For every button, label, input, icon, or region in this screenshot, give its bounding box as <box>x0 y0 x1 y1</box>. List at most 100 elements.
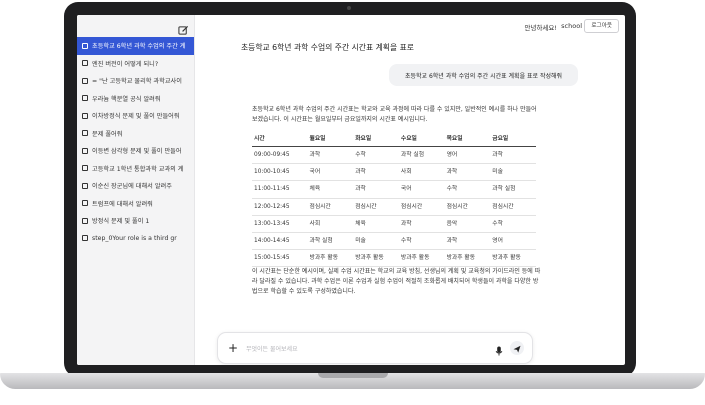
message-input[interactable] <box>244 340 488 358</box>
send-icon[interactable] <box>510 341 524 355</box>
table-cell: 방과후 활동 <box>353 249 399 268</box>
conversation-list: 초등학교 6학년 과학 수업의 주간 계엔진 버전이 어떻게 되니? = "난 고… <box>77 37 194 247</box>
chat-square-icon <box>82 42 88 49</box>
table-cell: 과학 <box>490 146 536 165</box>
chat-square-icon <box>82 112 88 119</box>
table-row: 15:00-15:45 방과후 활동 방과후 활동 방과후 활동 방과후 활동 방과후 활… <box>252 249 536 268</box>
table-cell: 수학 <box>490 215 536 233</box>
conversation-item[interactable]: 우라늄 핵분열 공식 알려줘 <box>77 90 194 108</box>
table-cell: 09:00-09:45 <box>252 146 308 165</box>
message-input-bar: + <box>217 332 533 364</box>
table-cell: 방과후 활동 <box>307 249 354 268</box>
table-cell: 음악 <box>444 215 491 233</box>
table-header-cell: 금요일 <box>490 131 536 147</box>
mic-icon[interactable] <box>493 342 505 356</box>
table-row: 14:00-14:45 과학 실험 미술 수학 과학 영어 <box>252 232 536 251</box>
table-header-cell: 수요일 <box>398 131 445 147</box>
table-cell: 수학 <box>353 146 399 165</box>
table-header-cell: 화요일 <box>353 131 399 147</box>
table-cell: 국어 <box>398 180 445 199</box>
chat-square-icon <box>82 60 88 67</box>
conversation-label: 고등학교 1학년 통합과학 교과의 계 <box>92 165 184 173</box>
table-cell: 14:00-14:45 <box>252 232 308 251</box>
laptop-notch <box>318 373 388 378</box>
conversation-label: 이차방정식 문제 및 풀이 만들어줘 <box>92 113 180 121</box>
table-cell: 사회 <box>307 215 354 233</box>
table-cell: 점심시간 <box>307 198 354 216</box>
table-cell: 과학 <box>398 215 445 233</box>
table-header-row: 시간 월요일 화요일 수요일 목요일 금요일 <box>252 131 536 147</box>
conversation-label: = "난 고등학교 물리학 과학교사이 <box>92 78 182 86</box>
chat-square-icon <box>82 147 88 154</box>
conversation-label: 이순신 장군님에 대해서 알려주 <box>92 183 172 191</box>
conversation-label: 트럼프에 대해서 알려줘 <box>92 200 153 208</box>
conversation-label: 초등학교 6학년 과학 수업의 주간 계 <box>92 43 186 51</box>
table-cell: 과학 실험 <box>307 232 354 251</box>
table-cell: 국어 <box>307 163 354 182</box>
table-header-cell: 시간 <box>252 131 308 147</box>
conversation-item[interactable]: 이차방정식 문제 및 풀이 만들어줘 <box>77 107 194 125</box>
conversation-item[interactable]: 문제 풀어줘 <box>77 125 194 143</box>
table-cell: 점심시간 <box>398 198 445 216</box>
conversation-item[interactable]: 방정식 문제 및 풀이 1 <box>77 212 194 230</box>
sidebar: 초등학교 6학년 과학 수업의 주간 계엔진 버전이 어떻게 되니? = "난 고… <box>77 15 195 365</box>
plus-icon[interactable]: + <box>226 341 240 355</box>
table-row: 09:00-09:45 과학 수학 과학 실험 영어 과학 <box>252 146 536 165</box>
table-cell: 과학 실험 <box>490 180 536 199</box>
conversation-item[interactable]: 고등학교 1학년 통합과학 교과의 계 <box>77 160 194 178</box>
table-cell: 미술 <box>353 232 399 251</box>
table-cell: 과학 <box>307 146 354 165</box>
chat-square-icon <box>82 200 88 207</box>
table-row: 12:00-12:45 점심시간 점심시간 점심시간 점심시간 점심시간 <box>252 198 536 216</box>
table-cell: 방과후 활동 <box>490 249 536 268</box>
table-cell: 점심시간 <box>490 198 536 216</box>
username: school <box>561 22 582 30</box>
conversation-label: 우라늄 핵분열 공식 알려줘 <box>92 95 161 103</box>
conversation-item[interactable]: step_0Your role is a third gr <box>77 230 194 248</box>
assistant-intro-text: 초등학교 6학년 과학 수업의 주간 시간표는 학교와 교육 과정에 따라 다를… <box>252 106 537 123</box>
table-cell: 영어 <box>444 146 491 165</box>
chat-title: 초등학교 6학년 과학 수업의 주간 시간표 계획을 표로 <box>241 43 414 52</box>
chat-square-icon <box>82 165 88 172</box>
chat-square-icon <box>82 77 88 84</box>
greeting-text: 안녕하세요! <box>524 24 557 32</box>
conversation-item[interactable]: 이등변 삼각형 문제 및 풀이 만들어 <box>77 142 194 160</box>
conversation-item[interactable]: = "난 고등학교 물리학 과학교사이 <box>77 72 194 90</box>
table-cell: 과학 실험 <box>398 146 445 165</box>
conversation-label: 엔진 버전이 어떻게 되니? <box>92 60 159 68</box>
table-cell: 15:00-15:45 <box>252 249 308 268</box>
top-bar: 안녕하세요! school 로그아웃 <box>195 15 625 37</box>
table-cell: 방과후 활동 <box>398 249 445 268</box>
logout-button[interactable]: 로그아웃 <box>584 19 619 33</box>
edit-icon[interactable] <box>178 21 189 35</box>
table-cell: 과학 <box>353 180 399 199</box>
conversation-label: 방정식 문제 및 풀이 1 <box>92 218 150 226</box>
table-row: 10:00-10:45 국어 과학 사회 과학 미술 <box>252 163 536 182</box>
chat-square-icon <box>82 235 88 242</box>
table-row: 13:00-13:45 사회 체육 과학 음악 수학 <box>252 215 536 233</box>
table-cell: 과학 <box>444 232 491 251</box>
table-cell: 12:00-12:45 <box>252 198 308 216</box>
app-screen: 초등학교 6학년 과학 수업의 주간 계엔진 버전이 어떻게 되니? = "난 고… <box>77 15 625 365</box>
table-cell: 11:00-11:45 <box>252 180 308 199</box>
conversation-item[interactable]: 엔진 버전이 어떻게 되니? <box>77 55 194 73</box>
chat-square-icon <box>82 217 88 224</box>
table-cell: 체육 <box>307 180 354 199</box>
user-message-text: 초등학교 6학년 과학 수업의 주간 시간표 계획을 표로 작성해줘 <box>404 72 563 80</box>
user-message-bubble: 초등학교 6학년 과학 수업의 주간 시간표 계획을 표로 작성해줘 <box>389 64 578 86</box>
table-cell: 과학 <box>444 163 491 182</box>
table-row: 11:00-11:45 체육 과학 국어 수학 과학 실험 <box>252 180 536 199</box>
table-cell: 점심시간 <box>444 198 491 216</box>
chat-square-icon <box>82 95 88 102</box>
table-cell: 10:00-10:45 <box>252 163 308 182</box>
table-cell: 미술 <box>490 163 536 182</box>
conversation-item[interactable]: 초등학교 6학년 과학 수업의 주간 계 <box>77 37 194 55</box>
chat-square-icon <box>82 130 88 137</box>
conversation-item[interactable]: 트럼프에 대해서 알려줘 <box>77 195 194 213</box>
conversation-label: 이등변 삼각형 문제 및 풀이 만들어 <box>92 148 182 156</box>
assistant-message: 초등학교 6학년 과학 수업의 주간 시간표는 학교와 교육 과정에 따라 다를… <box>252 105 542 297</box>
table-cell: 사회 <box>398 163 445 182</box>
table-header-cell: 목요일 <box>444 131 491 147</box>
conversation-item[interactable]: 이순신 장군님에 대해서 알려주 <box>77 177 194 195</box>
chat-square-icon <box>82 182 88 189</box>
